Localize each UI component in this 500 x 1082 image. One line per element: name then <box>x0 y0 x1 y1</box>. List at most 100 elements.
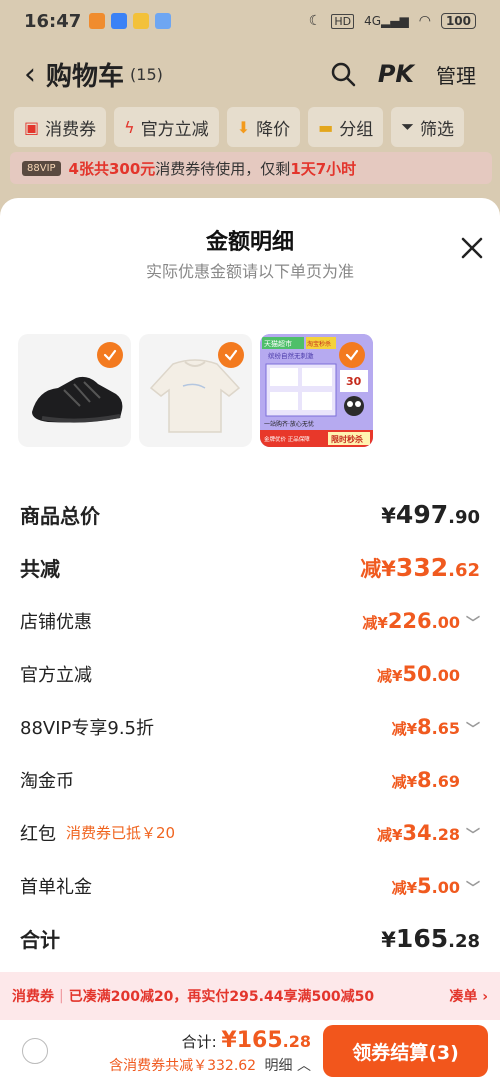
value-int: 8 <box>417 714 432 739</box>
back-arrow-icon[interactable]: ‹ <box>24 57 36 92</box>
wifi-icon: ◠ <box>418 13 431 29</box>
currency-symbol: 减¥ <box>391 772 418 791</box>
value-dec: .69 <box>431 771 460 791</box>
search-icon[interactable] <box>330 61 356 87</box>
row-88vip-discount[interactable]: 88VIP专享9.5折 减¥ 8.65 ﹀ <box>0 700 500 753</box>
row-value: 减¥ 332.62 <box>360 553 480 583</box>
filter-group[interactable]: ▬ 分组 <box>308 107 384 147</box>
detail-toggle[interactable]: 明细 ︿ <box>265 1058 311 1074</box>
promo-text: 已凑满200减20，再实付295.44享满500减50 <box>68 989 375 1005</box>
status-time: 16:47 <box>24 10 82 32</box>
filter-price-drop-label: 降价 <box>256 119 291 140</box>
selected-check-icon[interactable] <box>218 342 244 368</box>
row-taojinbi: 淘金币 减¥8.69﹀ <box>0 753 500 806</box>
product-thumb-sweatshirt[interactable] <box>139 334 252 447</box>
value-dec: .00 <box>431 665 460 685</box>
price-down-icon: ⬇ <box>236 117 251 137</box>
row-red-packet[interactable]: 红包 消费券已抵￥20 减¥ 34.28 ﹀ <box>0 806 500 859</box>
filter-bar: ▣ 消费券 ϟ 官方立减 ⬇ 降价 ▬ 分组 ⏷ 筛选 <box>14 107 492 147</box>
top-nav-actions: PK 管理 <box>330 60 476 89</box>
currency-symbol: 减¥ <box>391 878 418 897</box>
page-title: 购物车 <box>46 61 125 92</box>
folder-icon: ▬ <box>318 117 334 137</box>
pk-button[interactable]: PK <box>378 60 414 88</box>
row-label: 商品总价 <box>20 504 100 528</box>
status-right: ☾ HD 4G▂▄▆ ◠ 100 <box>309 13 476 29</box>
product-thumb-tissue[interactable]: 天猫超市 淘宝秒杀 缤纷自然无刺激 30 一站购齐·放心无忧 金牌优价 正品保障… <box>260 334 373 447</box>
lightning-icon: ϟ <box>124 117 135 137</box>
add-items-link[interactable]: 凑单 › <box>449 986 488 1006</box>
coupon-highlight: 4张共300元 <box>68 159 156 178</box>
manage-button[interactable]: 管理 <box>436 60 476 89</box>
row-first-order-bonus[interactable]: 首单礼金 减¥ 5.00 ﹀ <box>0 859 500 912</box>
amount-rows: 商品总价 ¥497.90 共减 减¥ 332.62 店铺优惠 减¥ 226.00 ﹀ … <box>0 488 500 965</box>
selected-check-icon[interactable] <box>339 342 365 368</box>
row-value: 减¥50.00﹀ <box>377 662 480 686</box>
4g-signal-icon: 4G▂▄▆ <box>364 14 409 28</box>
checkout-button[interactable]: 领券结算(3) <box>323 1025 488 1077</box>
coupon-text: 消费券待使用，仅剩 <box>155 159 291 178</box>
row-shop-discount[interactable]: 店铺优惠 减¥ 226.00 ﹀ <box>0 594 500 647</box>
tissue-tagline: 一站购齐·放心无忧 <box>264 420 314 428</box>
total-int: ¥165 <box>221 1027 283 1053</box>
row-value: 减¥ 8.65 ﹀ <box>392 715 480 739</box>
value-int: 5 <box>417 873 432 898</box>
chevron-down-icon[interactable]: ﹀ <box>466 719 480 739</box>
sheet-subtitle: 实际优惠金额请以下单页为准 <box>145 262 354 281</box>
filter-coupon[interactable]: ▣ 消费券 <box>14 107 107 147</box>
row-label: 店铺优惠 <box>20 611 92 633</box>
app-notification-icon <box>89 13 106 29</box>
row-official-discount: 官方立减 减¥50.00﹀ <box>0 647 500 700</box>
battery-indicator: 100 <box>440 13 476 29</box>
row-label: 首单礼金 <box>20 876 92 898</box>
row-value: 减¥8.69﹀ <box>392 768 480 792</box>
moon-icon: ☾ <box>308 13 322 29</box>
coupon-banner[interactable]: 88VIP 4张共300元 消费券待使用，仅剩 1天7小时 <box>10 152 492 184</box>
selected-check-icon[interactable] <box>97 342 123 368</box>
tissue-tag-tmall-market: 天猫超市 <box>264 339 292 348</box>
row-total-discount: 共减 减¥ 332.62 <box>0 541 500 594</box>
select-all-radio[interactable] <box>22 1038 48 1064</box>
value-dec: .00 <box>431 877 460 897</box>
row-label: 88VIP专享9.5折 <box>20 717 155 739</box>
chevron-down-icon[interactable]: ﹀ <box>466 613 480 633</box>
chevron-down-icon[interactable]: ﹀ <box>466 878 480 898</box>
checkout-totals: 合计: ¥165.28 含消费券共减￥332.62 明细 ︿ <box>109 1028 311 1075</box>
row-value: 减¥ 5.00 ﹀ <box>392 874 480 898</box>
discount-summary: 含消费券共减￥332.62 <box>109 1057 257 1074</box>
close-icon[interactable] <box>458 234 486 262</box>
product-thumb-sneaker[interactable] <box>18 334 131 447</box>
chevron-down-icon[interactable]: ﹀ <box>466 825 480 845</box>
coupon-time: 1天7小时 <box>290 159 357 178</box>
filter-coupon-label: 消费券 <box>45 119 97 140</box>
row-value: ¥165.28 <box>381 924 480 953</box>
vip-badge: 88VIP <box>22 160 61 176</box>
product-thumbnails: 天猫超市 淘宝秒杀 缤纷自然无刺激 30 一站购齐·放心无忧 金牌优价 正品保障… <box>18 334 373 447</box>
value-dec: .28 <box>431 824 460 844</box>
total-line: 合计: ¥165.28 <box>109 1028 311 1053</box>
promo-divider: | <box>59 988 64 1004</box>
currency-symbol: 减¥ <box>391 719 418 738</box>
value-int: 34 <box>402 820 432 845</box>
filter-screen[interactable]: ⏷ 筛选 <box>391 107 465 147</box>
currency-symbol: ¥ <box>381 928 396 952</box>
value-dec: .65 <box>431 718 460 738</box>
filter-price-drop[interactable]: ⬇ 降价 <box>226 107 301 147</box>
cart-count: (15) <box>130 64 163 84</box>
currency-symbol: 减¥ <box>360 556 396 581</box>
tissue-count-30: 30 <box>346 375 362 388</box>
chevron-up-icon: ︿ <box>297 1057 311 1074</box>
hd-icon: HD <box>331 13 355 29</box>
row-label: 淘金币 <box>20 770 74 792</box>
row-label: 合计 <box>20 928 60 952</box>
value-dec: .00 <box>431 612 460 632</box>
currency-symbol: 减¥ <box>362 613 388 632</box>
promo-tag: 消费券 <box>12 989 54 1005</box>
discount-line: 含消费券共减￥332.62 明细 ︿ <box>109 1055 311 1075</box>
filter-screen-label: 筛选 <box>420 119 455 140</box>
amount-detail-sheet: 金额明细 实际优惠金额请以下单页为准 天猫超市 淘宝秒杀 缤纷自然无刺激 30 … <box>0 198 500 1082</box>
currency-symbol: 减¥ <box>376 666 403 685</box>
coupon-promo-bar[interactable]: 消费券 | 已凑满200减20，再实付295.44享满500减50 凑单 › <box>0 972 500 1020</box>
row-label: 共减 <box>20 557 60 581</box>
filter-official-discount[interactable]: ϟ 官方立减 <box>114 107 219 147</box>
